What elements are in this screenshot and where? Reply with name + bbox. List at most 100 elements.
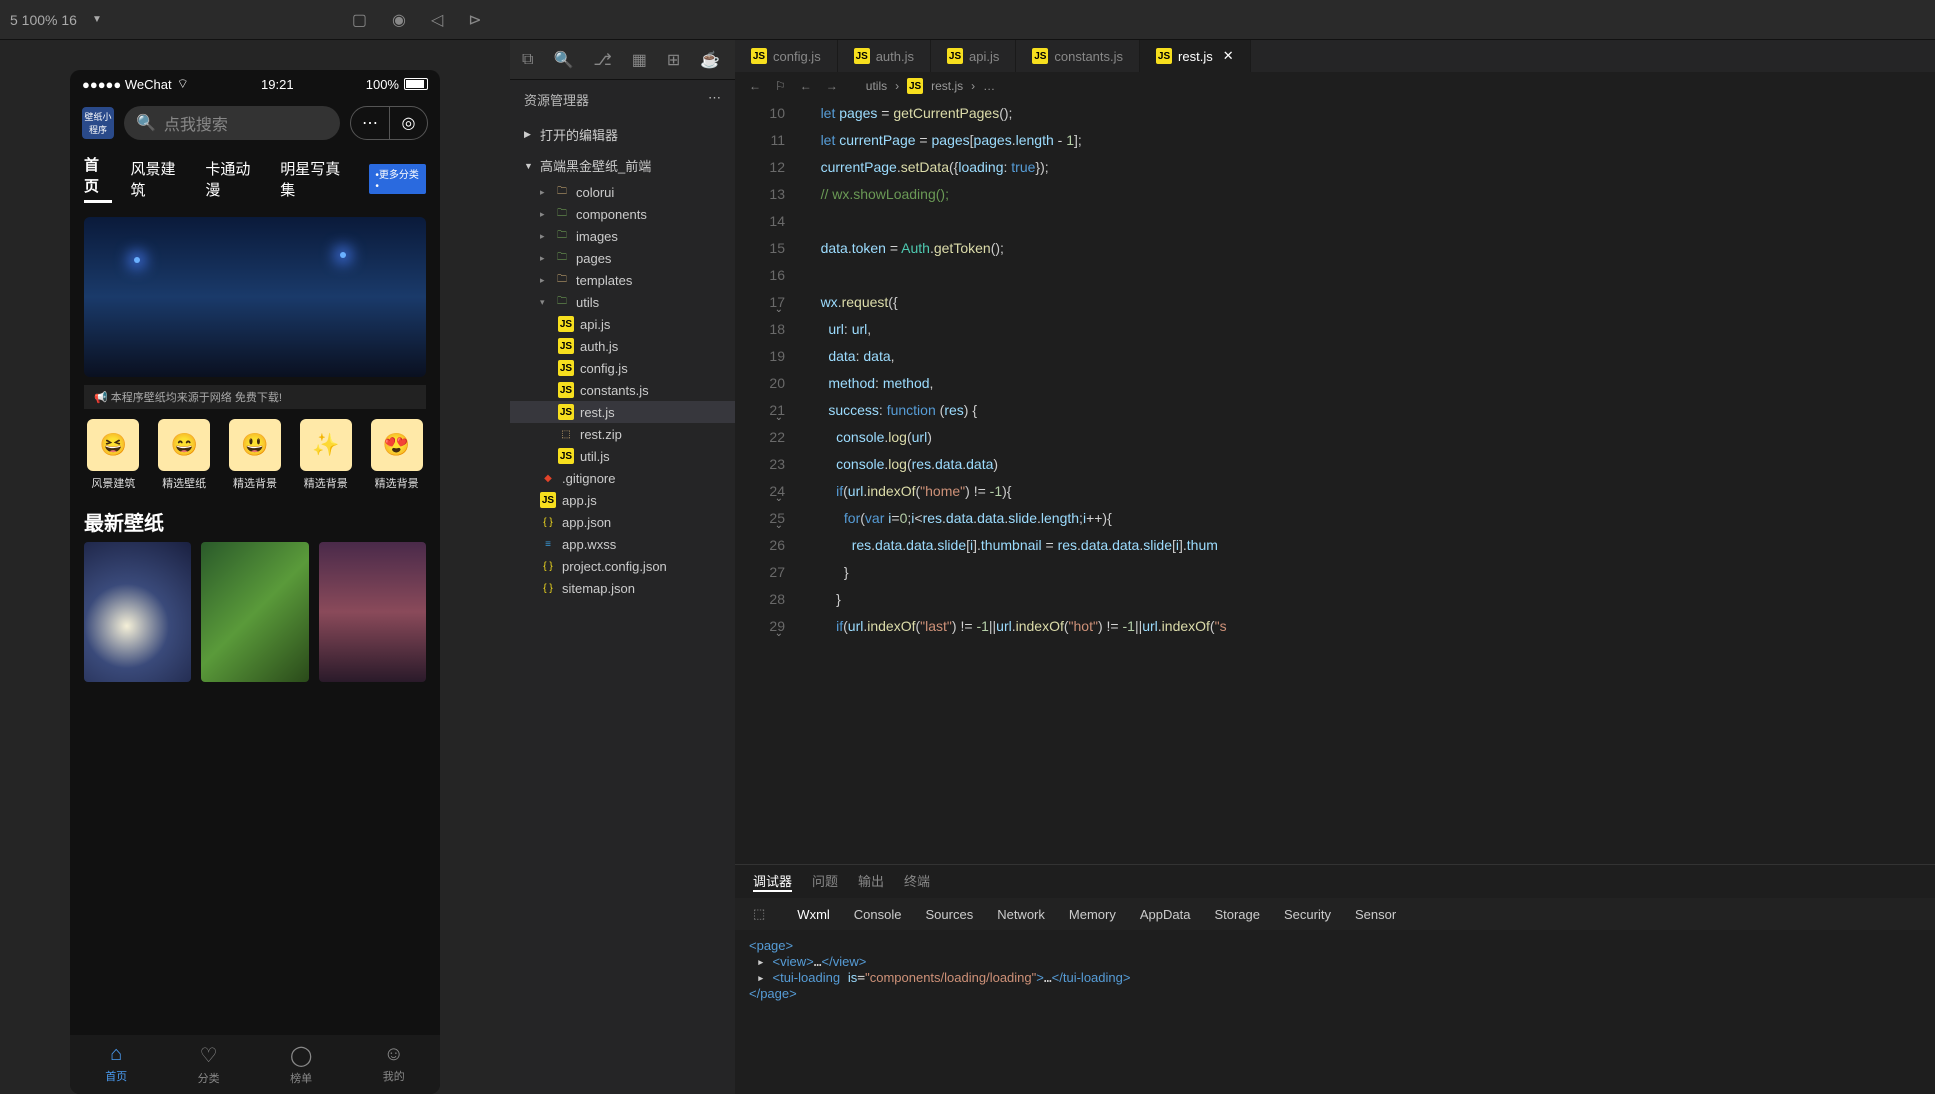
phone-icon[interactable]: ▢ <box>352 10 367 30</box>
tree-folder[interactable]: ▸🗀pages <box>510 247 735 269</box>
editor-tab[interactable]: JSapi.js <box>931 40 1016 72</box>
editor-tab[interactable]: JSconstants.js <box>1016 40 1140 72</box>
wallpaper-thumb[interactable] <box>201 542 308 682</box>
branch-icon[interactable]: ⎇ <box>593 50 611 70</box>
file-icon: JS <box>558 316 574 332</box>
tab-home[interactable]: 首页 <box>84 154 112 203</box>
category-item[interactable]: ✨精选背景 <box>300 419 352 491</box>
editor-tab[interactable]: JSauth.js <box>838 40 931 72</box>
category-item[interactable]: 😍精选背景 <box>371 419 423 491</box>
category-item[interactable]: 😆风景建筑 <box>87 419 139 491</box>
more-categories-button[interactable]: •更多分类• <box>369 164 426 194</box>
emoji-icon: 😄 <box>158 419 210 471</box>
fold-icon[interactable]: ⌄ <box>775 620 783 647</box>
search-icon[interactable]: 🔍 <box>553 50 573 70</box>
project-section[interactable]: ▼高端黑金壁纸_前端 <box>510 150 735 181</box>
tree-folder[interactable]: ▸🗀components <box>510 203 735 225</box>
code-editor[interactable]: 1011121314151617⌄18192021⌄222324⌄25⌄2627… <box>735 100 1935 864</box>
devtools-tool-tab[interactable]: Sensor <box>1355 907 1396 922</box>
tab-home[interactable]: ⌂首页 <box>105 1043 127 1086</box>
tree-file[interactable]: { }project.config.json <box>510 555 735 577</box>
back-icon[interactable]: ← <box>749 79 761 93</box>
devtools-tab[interactable]: 调试器 <box>753 871 792 892</box>
devtools-tool-tab[interactable]: Memory <box>1069 907 1116 922</box>
devtools-panel: 调试器问题输出终端 ⬚ Wxml Console Sources Network Memo… <box>735 864 1935 1094</box>
js-icon: JS <box>907 78 923 94</box>
wallpaper-thumb[interactable] <box>84 542 191 682</box>
arrow-left-icon[interactable]: ← <box>800 79 812 93</box>
menu-icon[interactable]: ⋯ <box>351 107 389 139</box>
fire-icon: ◯ <box>290 1043 312 1068</box>
editor-tab[interactable]: JSconfig.js <box>735 40 838 72</box>
tree-file[interactable]: ≡app.wxss <box>510 533 735 555</box>
element-picker-icon[interactable]: ⬚ <box>753 906 765 922</box>
tree-file[interactable]: JSconfig.js <box>510 357 735 379</box>
tab-rank[interactable]: ◯榜单 <box>290 1043 312 1086</box>
js-icon: JS <box>947 48 963 64</box>
tree-folder[interactable]: ▸🗀templates <box>510 269 735 291</box>
crumb-more[interactable]: … <box>983 79 995 93</box>
tab-cartoon[interactable]: 卡通动漫 <box>205 158 262 200</box>
hero-banner[interactable] <box>84 217 426 377</box>
close-icon[interactable]: ✕ <box>1223 48 1234 64</box>
tree-file[interactable]: JSrest.js <box>510 401 735 423</box>
crumb-file[interactable]: rest.js <box>931 79 963 93</box>
record-icon[interactable]: ◉ <box>392 10 406 30</box>
category-item[interactable]: 😃精选背景 <box>229 419 281 491</box>
devtools-tool-tab[interactable]: Security <box>1284 907 1331 922</box>
tree-file[interactable]: JSapp.js <box>510 489 735 511</box>
tree-file[interactable]: JSconstants.js <box>510 379 735 401</box>
tree-folder-utils[interactable]: ▾🗀utils <box>510 291 735 313</box>
devtools-tool-tab[interactable]: Console <box>854 907 902 922</box>
devtools-tool-tab[interactable]: Storage <box>1214 907 1260 922</box>
devtools-tool-tab[interactable]: Sources <box>926 907 974 922</box>
devtools-tool-tab[interactable]: Network <box>997 907 1045 922</box>
debug-icon[interactable]: ⊞ <box>667 50 680 70</box>
tree-file[interactable]: JSapi.js <box>510 313 735 335</box>
cup-icon[interactable]: ☕ <box>700 50 720 70</box>
bookmark-icon[interactable]: ⚐ <box>775 79 786 93</box>
tree-file[interactable]: ◆.gitignore <box>510 467 735 489</box>
devtools-tab[interactable]: 输出 <box>858 871 884 892</box>
search-input[interactable]: 🔍点我搜索 <box>124 106 340 140</box>
tree-file[interactable]: { }app.json <box>510 511 735 533</box>
emoji-icon: ✨ <box>300 419 352 471</box>
devtools-tool-tab[interactable]: Wxml <box>797 907 830 922</box>
editor-tab[interactable]: JSrest.js✕ <box>1140 40 1251 72</box>
tree-folder[interactable]: ▸🗀images <box>510 225 735 247</box>
chevron-down-icon: ▼ <box>524 161 534 171</box>
tab-profile[interactable]: ☺我的 <box>383 1043 405 1086</box>
category-item[interactable]: 😄精选壁纸 <box>158 419 210 491</box>
wxml-tree[interactable]: <page> ▸ <view>…</view> ▸ <tui-loading i… <box>735 930 1935 1094</box>
chevron-down-icon[interactable]: ▼ <box>92 14 102 25</box>
arrow-right-icon[interactable]: → <box>826 79 838 93</box>
close-capsule-icon[interactable]: ◎ <box>389 107 427 139</box>
devtools-tab[interactable]: 问题 <box>812 871 838 892</box>
tab-stars[interactable]: 明星写真集 <box>280 158 351 200</box>
tree-folder[interactable]: ▸🗀colorui <box>510 181 735 203</box>
more-icon[interactable]: ⋯ <box>708 90 721 109</box>
notice-bar: 📢 本程序壁纸均来源于网络 免费下载! <box>84 385 426 409</box>
line-number: 27 <box>735 559 785 586</box>
tree-file[interactable]: JSauth.js <box>510 335 735 357</box>
open-editors-section[interactable]: ▶打开的编辑器 <box>510 119 735 150</box>
crumb-folder[interactable]: utils <box>866 79 887 93</box>
wallpaper-thumb[interactable] <box>319 542 426 682</box>
js-icon: JS <box>854 48 870 64</box>
forward-icon[interactable]: ⊳ <box>468 10 481 30</box>
tree-file[interactable]: ⬚rest.zip <box>510 423 735 445</box>
back-icon[interactable]: ◁ <box>431 10 443 30</box>
line-number: 22 <box>735 424 785 451</box>
tab-category[interactable]: ♡分类 <box>198 1043 220 1086</box>
ext-icon[interactable]: ▦ <box>632 50 647 70</box>
wallpaper-row <box>70 542 440 682</box>
devtools-tab[interactable]: 终端 <box>904 871 930 892</box>
tree-file[interactable]: { }sitemap.json <box>510 577 735 599</box>
devtools-tool-tab[interactable]: AppData <box>1140 907 1191 922</box>
tree-file[interactable]: JSutil.js <box>510 445 735 467</box>
tab-scenery[interactable]: 风景建筑 <box>130 158 187 200</box>
mini-program-capsule[interactable]: ⋯◎ <box>350 106 428 140</box>
zoom-indicator[interactable]: 5 100% 16 <box>10 12 77 28</box>
line-number: 10 <box>735 100 785 127</box>
copy-icon[interactable]: ⧉ <box>522 51 533 69</box>
